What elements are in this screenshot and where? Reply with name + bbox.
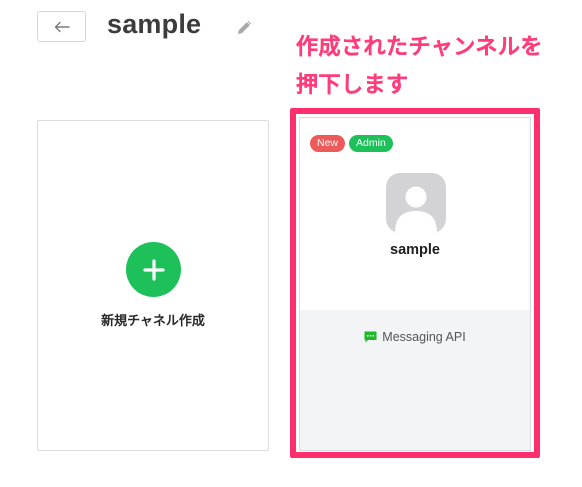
create-channel-label: 新規チャネル作成 bbox=[101, 314, 205, 329]
instruction-annotation: 作成されたチャンネルを 押下します bbox=[296, 29, 576, 105]
annotation-line-2: 押下します bbox=[296, 73, 409, 98]
create-channel-card[interactable]: 新規チャネル作成 bbox=[37, 120, 269, 451]
add-channel-button[interactable] bbox=[126, 242, 181, 297]
pencil-icon[interactable] bbox=[236, 18, 254, 36]
arrow-left-icon bbox=[54, 21, 70, 32]
back-button[interactable] bbox=[37, 11, 86, 42]
page-title: sample bbox=[107, 9, 202, 39]
annotation-line-1: 作成されたチャンネルを bbox=[296, 35, 543, 60]
plus-icon bbox=[142, 258, 165, 281]
channel-list-page: sample 作成されたチャンネルを 押下します 新規チャネル作成 New Ad… bbox=[0, 0, 582, 487]
highlight-frame bbox=[290, 108, 540, 458]
